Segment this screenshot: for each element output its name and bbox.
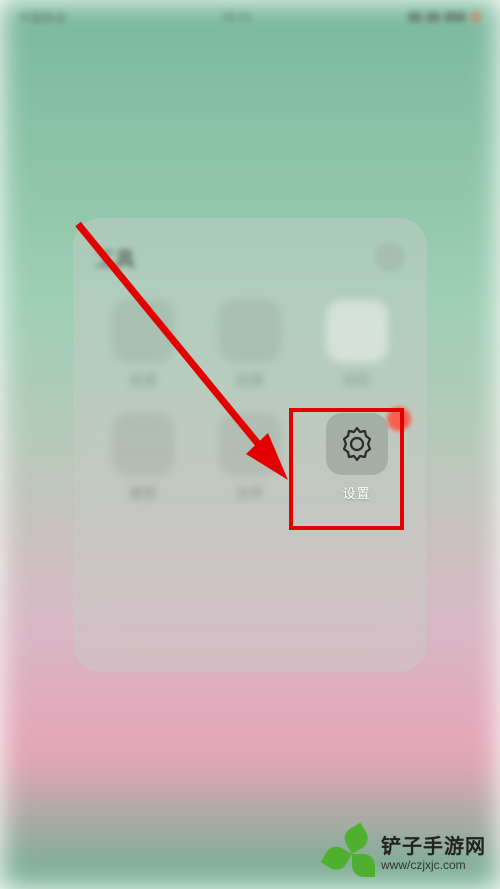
app-label: 文件 bbox=[236, 483, 264, 502]
app-item[interactable]: 日历 bbox=[308, 300, 405, 389]
app-icon bbox=[112, 300, 174, 362]
app-item[interactable]: 应用 bbox=[202, 300, 299, 389]
gear-icon bbox=[326, 413, 388, 475]
status-bar: 中国移动 09:41 bbox=[0, 0, 500, 34]
watermark-logo-icon bbox=[331, 833, 373, 875]
watermark-text: 铲子手游网 www/czjxjc.com bbox=[381, 836, 486, 873]
app-label: 应用 bbox=[236, 370, 264, 389]
app-item-settings[interactable]: 设置 bbox=[308, 413, 405, 502]
app-icon bbox=[219, 300, 281, 362]
watermark: 铲子手游网 www/czjxjc.com bbox=[331, 833, 486, 875]
app-item[interactable]: 应用 bbox=[95, 300, 192, 389]
app-item[interactable]: 文件 bbox=[202, 413, 299, 502]
app-icon bbox=[219, 413, 281, 475]
app-grid: 应用 应用 日历 便签 文件 bbox=[95, 300, 405, 502]
watermark-url: www/czjxjc.com bbox=[381, 859, 466, 873]
app-folder: 工具 应用 应用 日历 便签 文件 bbox=[73, 218, 427, 672]
folder-close-button[interactable] bbox=[375, 242, 405, 272]
status-right bbox=[408, 11, 482, 23]
folder-title: 工具 bbox=[95, 243, 135, 272]
status-carrier: 中国移动 bbox=[18, 9, 66, 26]
app-label: 便签 bbox=[129, 483, 157, 502]
status-time: 09:41 bbox=[222, 10, 252, 24]
notification-badge bbox=[387, 407, 411, 431]
app-icon bbox=[112, 413, 174, 475]
app-label: 应用 bbox=[129, 370, 157, 389]
app-label: 日历 bbox=[343, 370, 371, 389]
app-item[interactable]: 便签 bbox=[95, 413, 192, 502]
watermark-name: 铲子手游网 bbox=[381, 836, 486, 859]
app-icon bbox=[326, 300, 388, 362]
folder-header: 工具 bbox=[95, 242, 405, 272]
app-label: 设置 bbox=[343, 483, 371, 502]
